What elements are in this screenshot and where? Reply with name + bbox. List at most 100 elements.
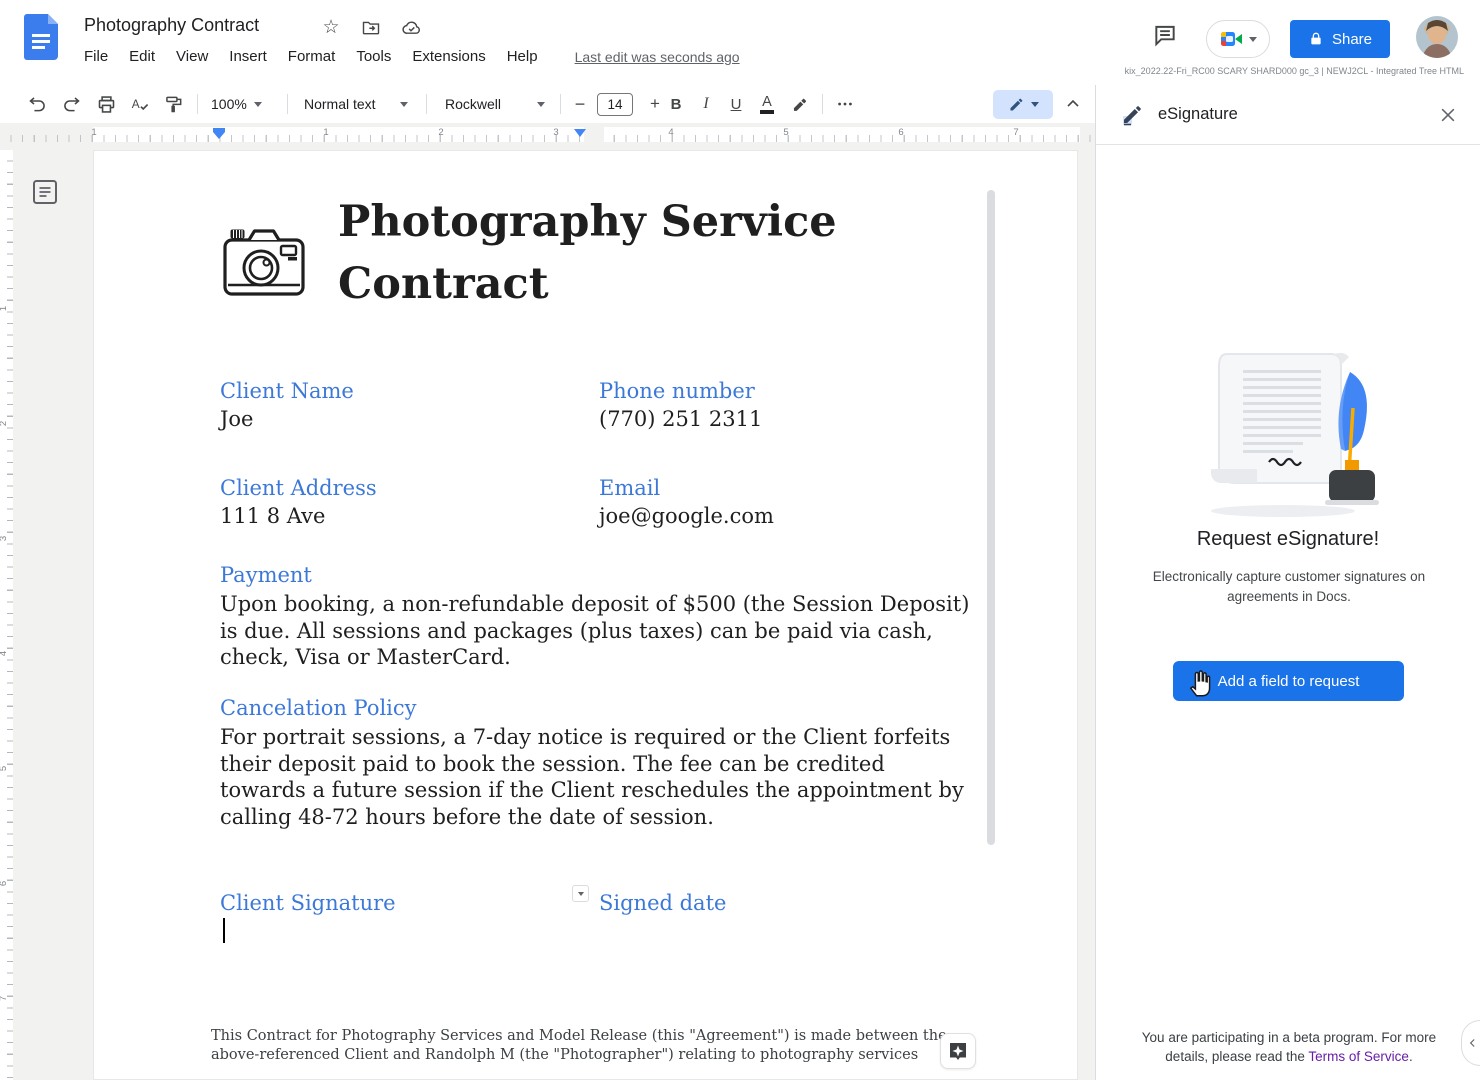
menu-insert[interactable]: Insert: [229, 48, 267, 65]
last-edit-status[interactable]: Last edit was seconds ago: [575, 49, 740, 65]
payment-heading: Payment: [220, 563, 312, 587]
v-ruler-number: 7: [0, 996, 9, 1001]
more-options-icon[interactable]: [830, 89, 860, 119]
top-bar: Photography Contract ☆ File Edit View In…: [0, 0, 1480, 85]
cloud-saved-icon[interactable]: [400, 16, 422, 38]
zoom-select[interactable]: 100%: [207, 89, 266, 119]
build-string: kix_2022.22-Fri_RC00 SCARY SHARD000 gc_3…: [1125, 66, 1464, 76]
esignature-description: Electronically capture customer signatur…: [1124, 567, 1454, 607]
menu-format[interactable]: Format: [288, 48, 336, 65]
client-signature-label: Client Signature: [220, 891, 396, 915]
redo-icon[interactable]: [56, 89, 86, 119]
bold-button[interactable]: B: [661, 89, 691, 119]
collapse-panel-edge-button[interactable]: [1461, 1020, 1480, 1066]
esignature-panel: eSignature: [1095, 85, 1480, 1080]
doc-heading: Photography Service Contract: [338, 191, 898, 315]
menu-file[interactable]: File: [84, 48, 108, 65]
star-icon[interactable]: ☆: [320, 16, 342, 38]
email-value: joe@google.com: [599, 504, 774, 528]
phone-label: Phone number: [599, 379, 755, 403]
zoom-value: 100%: [211, 96, 247, 112]
menu-edit[interactable]: Edit: [129, 48, 155, 65]
svg-text:A: A: [131, 97, 139, 111]
v-ruler-number: 6: [0, 881, 9, 886]
meet-button[interactable]: [1206, 20, 1270, 58]
camera-illustration[interactable]: [220, 221, 308, 301]
left-indent-marker[interactable]: [213, 128, 225, 139]
signed-date-label: Signed date: [599, 891, 726, 915]
h-ruler-number: 1: [91, 127, 96, 138]
google-docs-app: Photography Contract ☆ File Edit View In…: [0, 0, 1480, 1080]
explore-button[interactable]: [940, 1033, 976, 1069]
hide-menus-icon[interactable]: [1058, 89, 1088, 119]
print-icon[interactable]: [91, 89, 121, 119]
client-address-label: Client Address: [220, 476, 377, 500]
highlight-color-icon[interactable]: [784, 89, 814, 119]
v-ruler-number: 5: [0, 766, 9, 771]
h-ruler-number: 4: [668, 127, 673, 138]
format-toolbar: A 100% Normal text Rockwell − 1: [0, 85, 1095, 123]
v-ruler-number: 3: [0, 536, 9, 541]
terms-of-service-link[interactable]: Terms of Service: [1308, 1049, 1409, 1064]
client-address-value: 111 8 Ave: [220, 504, 325, 528]
h-ruler-number: 6: [898, 127, 903, 138]
vertical-ruler: 1234567: [0, 145, 14, 1080]
esignature-panel-title: eSignature: [1158, 105, 1238, 124]
menu-bar: File Edit View Insert Format Tools Exten…: [84, 48, 740, 65]
esignature-panel-header: eSignature: [1096, 85, 1480, 145]
client-name-value: Joe: [220, 407, 254, 431]
document-title[interactable]: Photography Contract: [84, 15, 259, 36]
pencil-icon: [1008, 96, 1025, 113]
lock-icon: [1308, 31, 1324, 47]
column-indent-marker[interactable]: [574, 129, 586, 137]
italic-button[interactable]: I: [691, 89, 721, 119]
account-avatar[interactable]: [1416, 16, 1458, 58]
h-ruler-number: 1: [323, 127, 328, 138]
spellcheck-icon[interactable]: A: [125, 89, 155, 119]
beta-program-note: You are participating in a beta program.…: [1124, 1028, 1454, 1066]
decrease-font-size-button[interactable]: −: [565, 89, 595, 119]
document-outline-icon[interactable]: [31, 178, 61, 208]
editing-mode-button[interactable]: [993, 90, 1053, 119]
h-ruler-number: 5: [783, 127, 788, 138]
table-cell-dropdown[interactable]: [572, 885, 589, 902]
client-name-label: Client Name: [220, 379, 354, 403]
font-size-input[interactable]: 14: [597, 93, 633, 116]
move-folder-icon[interactable]: [360, 16, 382, 38]
request-esignature-heading: Request eSignature!: [1096, 528, 1480, 551]
cancelation-body: For portrait sessions, a 7-day notice is…: [220, 724, 972, 830]
comments-icon[interactable]: [1152, 22, 1186, 56]
undo-icon[interactable]: [22, 89, 52, 119]
paint-format-icon[interactable]: [159, 89, 189, 119]
document-page[interactable]: Photography Service Contract Client Name…: [93, 150, 1078, 1080]
phone-value: (770) 251 2311: [599, 407, 762, 431]
h-ruler-number: 2: [438, 127, 443, 138]
sparkle-icon: [946, 1039, 970, 1063]
font-select[interactable]: Rockwell: [441, 89, 549, 119]
beta-text-suffix: .: [1409, 1049, 1413, 1064]
font-value: Rockwell: [445, 96, 501, 112]
email-label: Email: [599, 476, 660, 500]
menu-extensions[interactable]: Extensions: [412, 48, 485, 65]
v-ruler-number: 2: [0, 421, 9, 426]
google-docs-logo-icon[interactable]: [24, 14, 58, 60]
esignature-pencil-icon: [1120, 103, 1144, 127]
menu-help[interactable]: Help: [507, 48, 538, 65]
paragraph-style-select[interactable]: Normal text: [300, 89, 412, 119]
google-meet-icon: [1220, 30, 1244, 48]
cancelation-heading: Cancelation Policy: [220, 696, 417, 720]
vertical-scrollbar[interactable]: [987, 190, 995, 845]
close-panel-icon[interactable]: [1438, 105, 1458, 125]
h-ruler-number: 7: [1013, 127, 1018, 138]
share-button[interactable]: Share: [1290, 20, 1390, 58]
paragraph-style-value: Normal text: [304, 96, 376, 112]
text-cursor: [223, 918, 225, 943]
underline-button[interactable]: U: [721, 89, 751, 119]
v-ruler-number: 1: [0, 306, 9, 311]
horizontal-ruler: 11234567: [0, 123, 1095, 145]
add-field-button[interactable]: Add a field to request: [1173, 661, 1404, 701]
menu-view[interactable]: View: [176, 48, 208, 65]
share-label: Share: [1332, 31, 1372, 48]
menu-tools[interactable]: Tools: [356, 48, 391, 65]
text-color-button[interactable]: A: [752, 89, 782, 119]
